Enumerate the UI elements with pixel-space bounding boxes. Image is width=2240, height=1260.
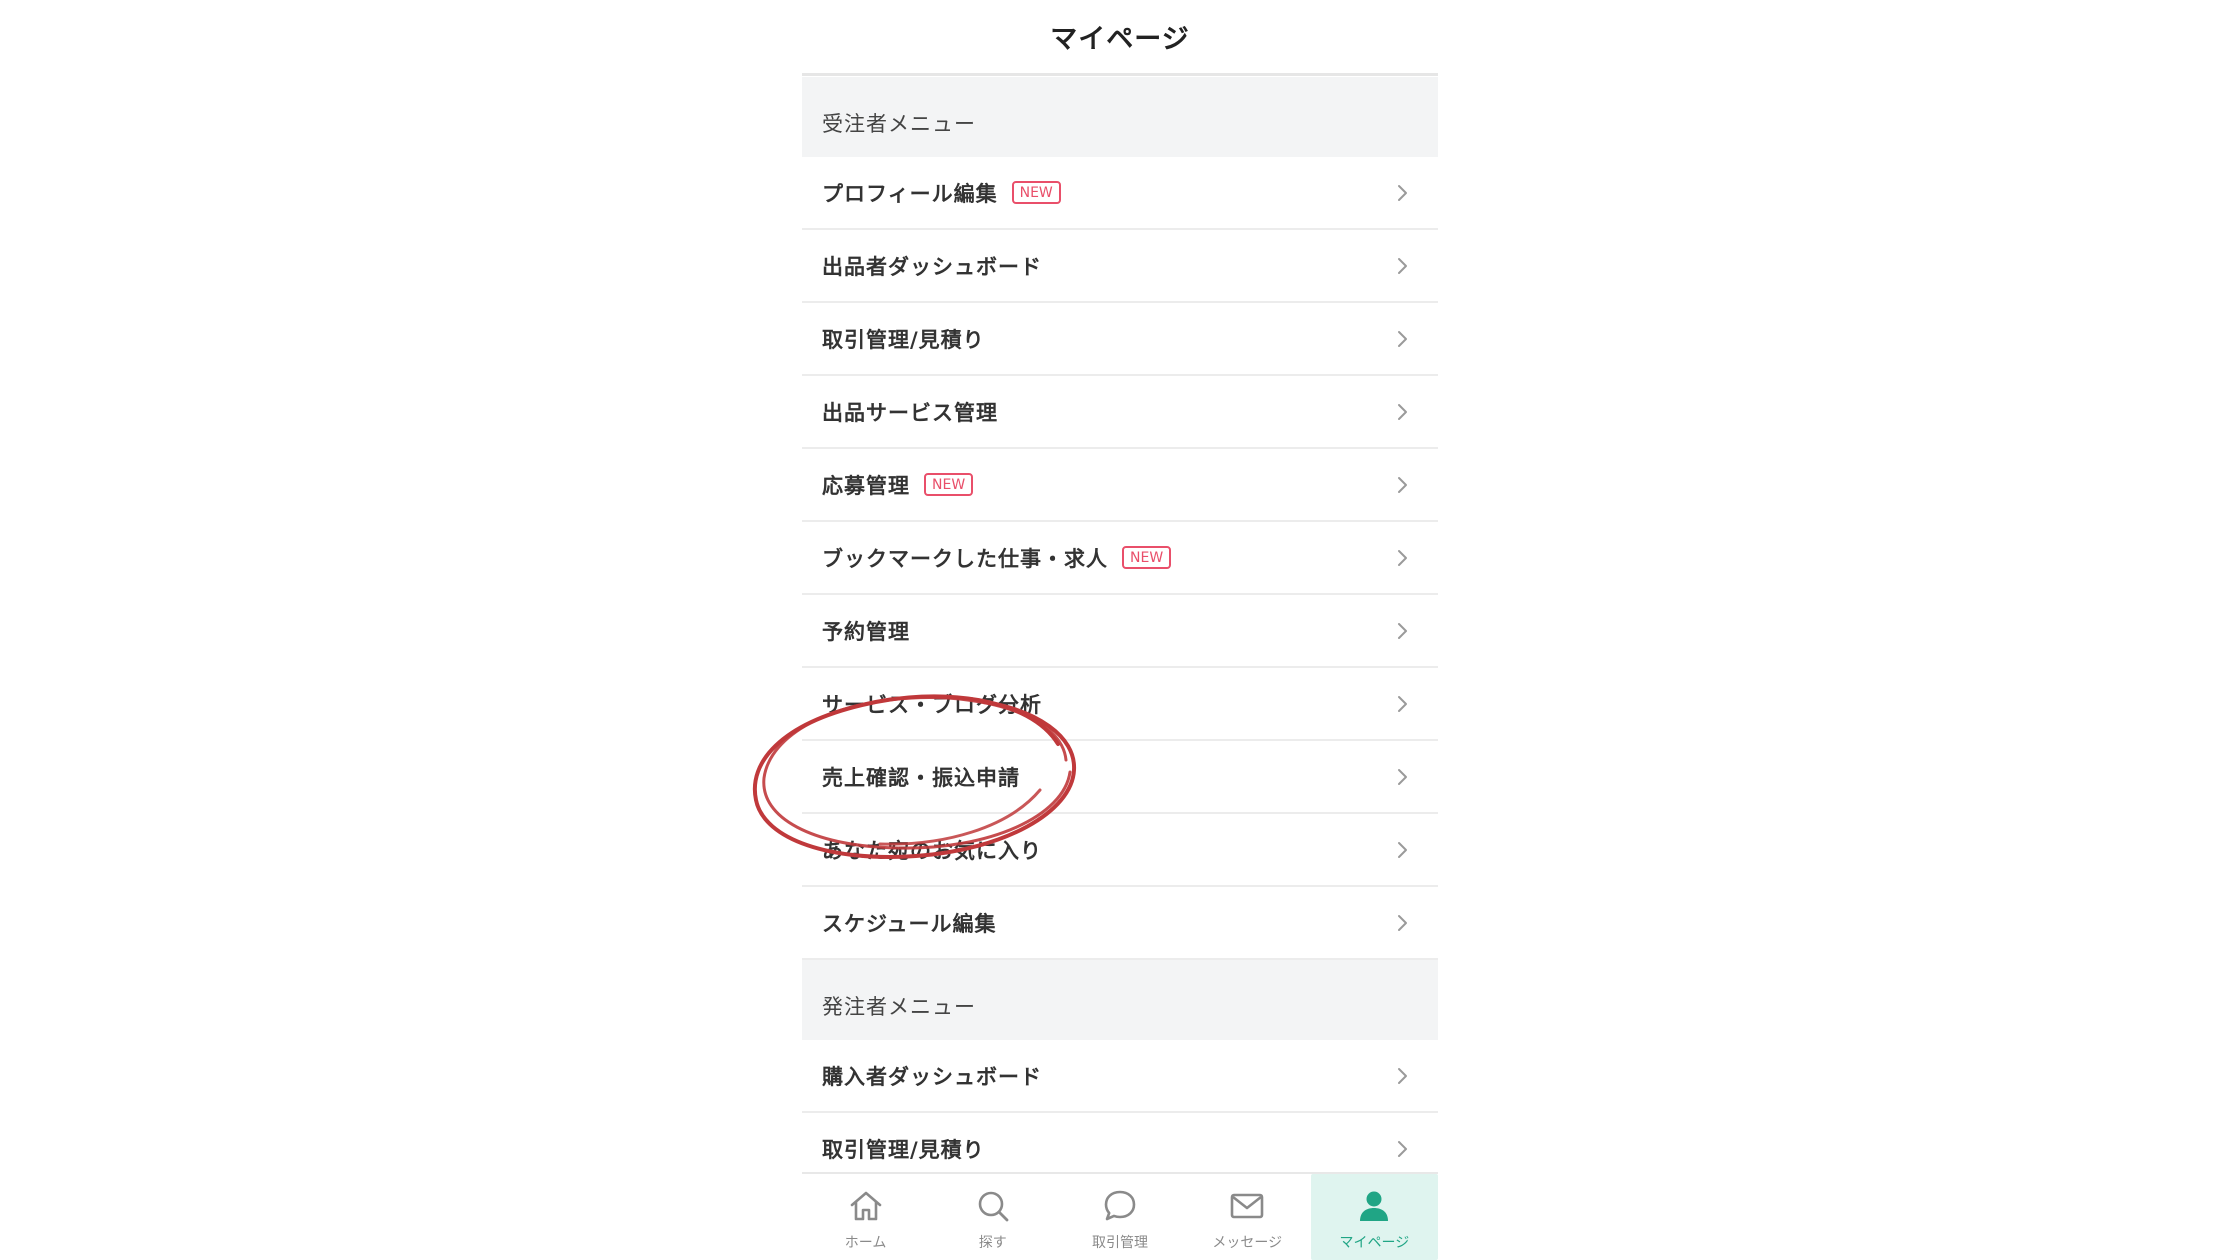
menu-item-favorites-for-you[interactable]: あなた宛のお気に入り (802, 814, 1438, 887)
search-icon (978, 1191, 1009, 1222)
menu-item-profile-edit[interactable]: プロフィール編集 NEW (802, 157, 1438, 230)
menu-item-label: 売上確認・振込申請 (822, 765, 1020, 790)
chevron-right-icon (1398, 1067, 1407, 1084)
menu-item-service-blog-analytics[interactable]: サービス・ブログ分析 (802, 668, 1438, 741)
chevron-right-icon (1398, 622, 1407, 639)
mail-icon (1230, 1193, 1264, 1219)
new-badge: NEW (1122, 546, 1172, 569)
menu-item-label: 出品者ダッシュボード (822, 254, 1042, 279)
menu-item-label: ブックマークした仕事・求人 (822, 546, 1108, 571)
menu-item-listed-services[interactable]: 出品サービス管理 (802, 376, 1438, 449)
menu-item-transactions-quotes[interactable]: 取引管理/見積り (802, 303, 1438, 376)
tab-transactions[interactable]: 取引管理 (1056, 1174, 1183, 1260)
tab-label: メッセージ (1212, 1235, 1283, 1251)
tab-label: 取引管理 (1092, 1235, 1148, 1251)
menu-item-label: 出品サービス管理 (822, 400, 998, 425)
menu-item-label: 購入者ダッシュボード (822, 1064, 1042, 1089)
menu-item-bookmarked-jobs[interactable]: ブックマークした仕事・求人 NEW (802, 522, 1438, 595)
stage: マイページ 受注者メニュー プロフィール編集 NEW 出品者ダッシュボード 取引… (0, 0, 2240, 1260)
chevron-right-icon (1398, 476, 1407, 493)
chevron-right-icon (1398, 257, 1407, 274)
tab-mypage[interactable]: マイページ (1310, 1174, 1438, 1260)
new-badge: NEW (924, 473, 974, 496)
tab-label: マイページ (1339, 1235, 1410, 1251)
home-icon (850, 1191, 881, 1221)
menu-item-label: あなた宛のお気に入り (822, 838, 1042, 863)
menu-item-seller-dashboard[interactable]: 出品者ダッシュボード (802, 230, 1438, 303)
menu-item-reservations[interactable]: 予約管理 (802, 595, 1438, 668)
menu-item-buyer-dashboard[interactable]: 購入者ダッシュボード (802, 1040, 1438, 1113)
menu-item-sales-payout-request[interactable]: 売上確認・振込申請 (802, 741, 1438, 814)
buyer-menu-header: 発注者メニュー (802, 960, 1438, 1040)
menu-item-label: 取引管理/見積り (822, 1137, 985, 1162)
menu-item-label: 取引管理/見積り (822, 327, 985, 352)
chevron-right-icon (1398, 841, 1407, 858)
menu-item-label: 予約管理 (822, 619, 910, 644)
chevron-right-icon (1398, 768, 1407, 785)
new-badge: NEW (1011, 181, 1061, 204)
menu-item-label: サービス・ブログ分析 (822, 692, 1042, 717)
page-title: マイページ (802, 0, 1438, 76)
chevron-right-icon (1398, 403, 1407, 420)
chat-bubble-icon (1104, 1190, 1136, 1221)
tab-home[interactable]: ホーム (802, 1174, 929, 1260)
tab-messages[interactable]: メッセージ (1184, 1174, 1311, 1260)
menu-item-schedule-edit[interactable]: スケジュール編集 (802, 887, 1438, 960)
person-icon (1360, 1191, 1389, 1221)
chevron-right-icon (1398, 330, 1407, 347)
chevron-right-icon (1398, 914, 1407, 931)
chevron-right-icon (1398, 184, 1407, 201)
menu-item-label: スケジュール編集 (822, 911, 997, 936)
menu-item-applications[interactable]: 応募管理 NEW (802, 449, 1438, 522)
bottom-tab-bar: ホーム 探す 取引管理 メッセージ マイページ (802, 1172, 1438, 1260)
tab-label: ホーム (844, 1235, 887, 1251)
chevron-right-icon (1398, 549, 1407, 566)
mypage-menu: 受注者メニュー プロフィール編集 NEW 出品者ダッシュボード 取引管理/見積り… (802, 77, 1438, 1186)
chevron-right-icon (1398, 1140, 1407, 1157)
menu-item-label: プロフィール編集 (822, 181, 998, 206)
menu-item-label: 応募管理 (822, 473, 910, 498)
seller-menu-header: 受注者メニュー (802, 77, 1438, 157)
tab-label: 探す (978, 1235, 1007, 1251)
phone-screen: マイページ 受注者メニュー プロフィール編集 NEW 出品者ダッシュボード 取引… (802, 0, 1438, 1260)
tab-search[interactable]: 探す (929, 1174, 1056, 1260)
chevron-right-icon (1398, 695, 1407, 712)
